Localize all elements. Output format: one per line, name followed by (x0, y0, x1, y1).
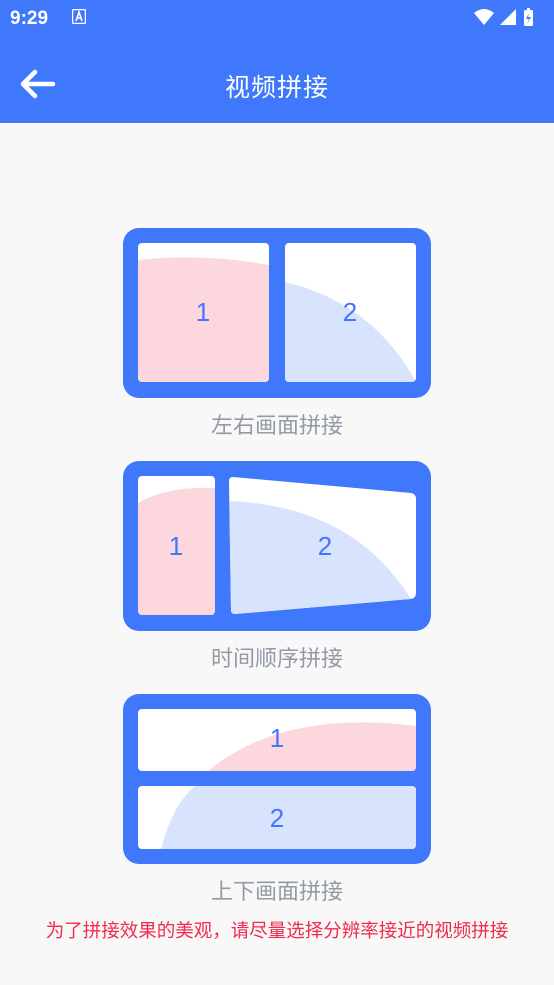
wifi-icon (474, 9, 494, 25)
battery-icon (524, 8, 533, 26)
panel-1-label: 1 (270, 723, 284, 753)
panel-2-label: 2 (270, 803, 284, 833)
time-order-splice-option[interactable]: 1 2 (123, 461, 431, 631)
left-right-splice-option[interactable]: 1 2 (123, 228, 431, 398)
panel-2-label: 2 (318, 531, 332, 561)
status-time: 9:29 (10, 8, 49, 29)
top-bottom-splice-option[interactable]: 1 2 (123, 694, 431, 864)
top-bottom-caption: 上下画面拼接 (210, 880, 343, 905)
resolution-notice: 为了拼接效果的美观，请尽量选择分辨率接近的视频拼接 (45, 921, 509, 942)
top-bottom-illustration: 1 2 (138, 709, 416, 849)
status-bar: 9:29 (0, 0, 554, 38)
time-order-caption: 时间顺序拼接 (210, 647, 343, 672)
panel-2-label: 2 (343, 297, 357, 327)
time-order-illustration: 1 2 (138, 476, 416, 615)
left-right-caption: 左右画面拼接 (210, 414, 343, 439)
left-right-illustration: 1 2 (138, 243, 416, 382)
page-title: 视频拼接 (224, 73, 329, 102)
panel-1-label: 1 (169, 531, 183, 561)
status-icons (474, 8, 533, 26)
notification-a-icon (72, 9, 86, 24)
app-bar: 视频拼接 (0, 38, 554, 123)
signal-icon (500, 9, 516, 25)
panel-1-label: 1 (196, 297, 210, 327)
